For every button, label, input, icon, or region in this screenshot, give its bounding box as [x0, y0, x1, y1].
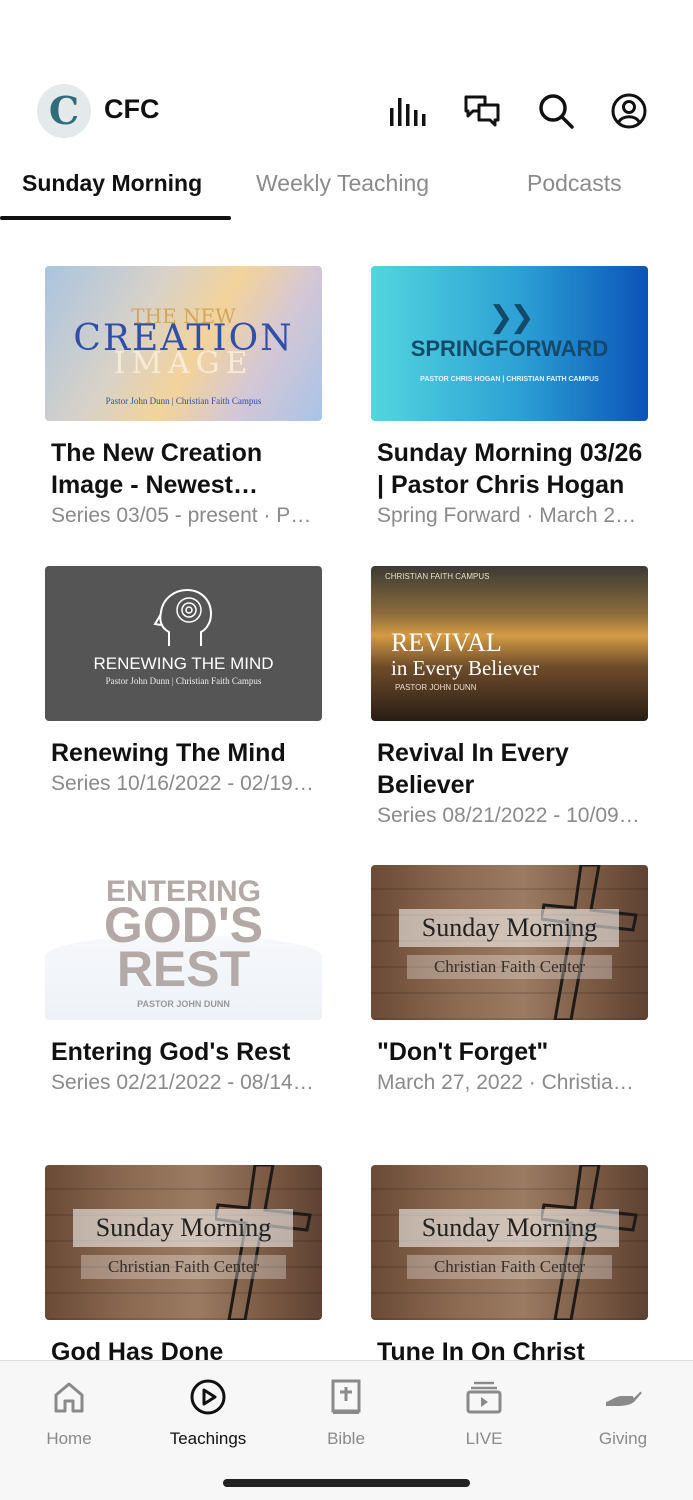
thumb-text: REVIVAL	[391, 628, 502, 657]
series-thumbnail: CHRISTIAN FAITH CAMPUS REVIVAL in Every …	[371, 566, 648, 721]
teachings-grid: THE NEW CREATION IMAGE Pastor John Dunn …	[45, 266, 648, 1360]
series-thumbnail: Sunday Morning Christian Faith Center	[371, 865, 648, 1020]
chevron-icon: ❯❯	[488, 301, 534, 334]
series-card[interactable]: ❯❯ SPRINGFORWARD PASTOR CHRIS HOGAN | CH…	[371, 266, 648, 531]
series-title: Renewing The Mind	[51, 739, 286, 767]
app-title: CFC	[104, 94, 160, 124]
nav-bible[interactable]: Bible	[291, 1373, 401, 1449]
bible-icon	[291, 1373, 401, 1421]
logo-letter: C	[48, 88, 80, 133]
series-subtitle: Series 10/16/2022 - 02/19/2023	[51, 772, 317, 795]
nav-label: LIVE	[465, 1429, 503, 1448]
bottom-tab-bar: Home Teachings Bible LIVE Giving	[0, 1360, 693, 1500]
series-subtitle: Series 02/21/2022 - 08/14/2022	[51, 1071, 317, 1094]
series-subtitle: Spring Forward · March 26, 2023	[377, 504, 643, 527]
thumb-caption: PASTOR JOHN DUNN	[137, 999, 230, 1009]
chat-icon[interactable]	[461, 90, 503, 132]
series-thumbnail: Sunday Morning Christian Faith Center	[45, 1165, 322, 1320]
series-card[interactable]: Sunday Morning Christian Faith Center Go…	[45, 1165, 322, 1360]
series-card[interactable]: CHRISTIAN FAITH CAMPUS REVIVAL in Every …	[371, 566, 648, 831]
tab-weekly-teaching[interactable]: Weekly Teaching	[256, 170, 429, 197]
home-indicator	[223, 1479, 470, 1487]
series-card[interactable]: ENTERING GOD'S REST PASTOR JOHN DUNN Ent…	[45, 865, 322, 1098]
play-circle-icon	[153, 1373, 263, 1421]
series-title: Revival In Every Believer	[377, 739, 569, 799]
tab-podcasts[interactable]: Podcasts	[527, 170, 622, 197]
nav-giving[interactable]: Giving	[568, 1373, 678, 1449]
app-header: C CFC	[0, 80, 693, 142]
home-icon	[14, 1373, 124, 1421]
series-thumbnail: Sunday Morning Christian Faith Center	[371, 1165, 648, 1320]
series-thumbnail: ENTERING GOD'S REST PASTOR JOHN DUNN	[45, 865, 322, 1020]
thumb-text: SPRINGFORWARD	[410, 336, 609, 361]
nav-live[interactable]: LIVE	[429, 1373, 539, 1449]
giving-icon	[568, 1373, 678, 1421]
live-icon	[429, 1373, 539, 1421]
section-tabs: Sunday Morning Weekly Teaching Podcasts	[0, 160, 693, 222]
series-card[interactable]: THE NEW CREATION IMAGE Pastor John Dunn …	[45, 266, 322, 531]
series-subtitle: March 27, 2022 · Christian Faith Center	[377, 1071, 643, 1094]
nav-teachings[interactable]: Teachings	[153, 1373, 263, 1449]
head-icon	[153, 588, 213, 646]
active-tab-indicator	[0, 216, 231, 220]
thumb-text: IMAGE	[113, 346, 254, 381]
thumb-text: RENEWING THE MIND	[93, 654, 274, 673]
series-title: The New Creation Image - Newest Message	[51, 439, 263, 499]
stats-icon[interactable]	[387, 90, 429, 132]
nav-label: Giving	[598, 1429, 648, 1448]
series-thumbnail: ❯❯ SPRINGFORWARD PASTOR CHRIS HOGAN | CH…	[371, 266, 648, 421]
thumb-text: REST	[116, 941, 251, 997]
series-card[interactable]: RENEWING THE MIND Pastor John Dunn | Chr…	[45, 566, 322, 799]
thumb-text: Sunday Morning	[95, 1213, 272, 1242]
thumb-text: Sunday Morning	[421, 1213, 598, 1242]
thumb-text: Christian Faith Center	[433, 957, 586, 976]
nav-label: Home	[46, 1429, 92, 1448]
series-card[interactable]: Sunday Morning Christian Faith Center "D…	[371, 865, 648, 1098]
nav-label: Teachings	[169, 1429, 247, 1448]
series-title: Sunday Morning 03/26 | Pastor Chris Hoga…	[377, 439, 643, 499]
series-title: Entering God's Rest	[51, 1038, 291, 1066]
series-card[interactable]: Sunday Morning Christian Faith Center Tu…	[371, 1165, 648, 1360]
app-logo[interactable]: C	[37, 84, 91, 138]
thumb-caption: Pastor John Dunn | Christian Faith Campu…	[105, 396, 262, 406]
series-subtitle: Series 08/21/2022 - 10/09/2022	[377, 804, 643, 827]
thumb-text: Christian Faith Center	[107, 1257, 260, 1276]
nav-home[interactable]: Home	[14, 1373, 124, 1449]
thumb-text: in Every Believer	[391, 656, 540, 680]
series-title: "Don't Forget"	[377, 1038, 549, 1066]
thumb-caption: PASTOR CHRIS HOGAN | CHRISTIAN FAITH CAM…	[420, 376, 599, 383]
thumb-caption: Pastor John Dunn | Christian Faith Campu…	[105, 676, 262, 686]
series-thumbnail: THE NEW CREATION IMAGE Pastor John Dunn …	[45, 266, 322, 421]
thumb-text: Sunday Morning	[421, 913, 598, 942]
profile-icon[interactable]	[608, 90, 650, 132]
thumb-caption: CHRISTIAN FAITH CAMPUS	[385, 572, 490, 581]
series-title: Tune In On Christ	[377, 1338, 585, 1360]
search-icon[interactable]	[535, 90, 577, 132]
tab-sunday-morning[interactable]: Sunday Morning	[22, 170, 202, 197]
thumb-caption: PASTOR JOHN DUNN	[395, 683, 477, 692]
nav-label: Bible	[327, 1429, 365, 1448]
series-subtitle: Series 03/05 - present · Pastor John Dun…	[51, 504, 317, 527]
series-title: God Has Done	[51, 1338, 224, 1360]
series-thumbnail: RENEWING THE MIND Pastor John Dunn | Chr…	[45, 566, 322, 721]
thumb-text: Christian Faith Center	[433, 1257, 586, 1276]
